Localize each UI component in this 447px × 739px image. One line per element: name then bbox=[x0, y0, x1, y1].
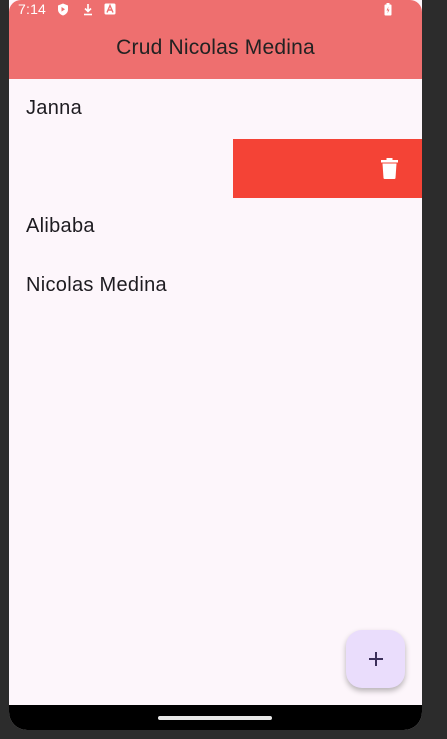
status-time: 7:14 bbox=[18, 1, 47, 17]
list-item[interactable]: Janna bbox=[9, 79, 422, 138]
download-icon bbox=[82, 3, 94, 15]
status-bar: 7:14 bbox=[9, 0, 422, 20]
list-item[interactable]: Alibaba bbox=[9, 197, 422, 256]
a-badge-icon bbox=[104, 3, 116, 15]
shield-icon bbox=[57, 3, 69, 15]
trash-icon[interactable] bbox=[381, 158, 398, 179]
list-item[interactable]: Nicolas Medina bbox=[9, 256, 422, 315]
list-item-swiped[interactable] bbox=[9, 139, 422, 198]
app-screen: 7:14 Crud Nicolas Medina Janna Alibaba N… bbox=[9, 0, 422, 730]
app-bar: 7:14 Crud Nicolas Medina bbox=[9, 0, 422, 79]
screen-frame: 7:14 Crud Nicolas Medina Janna Alibaba N… bbox=[0, 0, 447, 739]
list-item-label: Nicolas Medina bbox=[26, 274, 167, 296]
system-navigation-bar bbox=[9, 705, 422, 730]
page-title: Crud Nicolas Medina bbox=[116, 36, 315, 59]
add-button[interactable] bbox=[346, 630, 405, 688]
delete-swipe-background[interactable] bbox=[233, 139, 422, 198]
battery-charging-icon bbox=[382, 2, 394, 15]
plus-icon bbox=[368, 651, 384, 667]
list-item-label: Janna bbox=[26, 97, 82, 119]
home-gesture-handle[interactable] bbox=[158, 716, 272, 720]
list-item-label: Alibaba bbox=[26, 215, 95, 237]
